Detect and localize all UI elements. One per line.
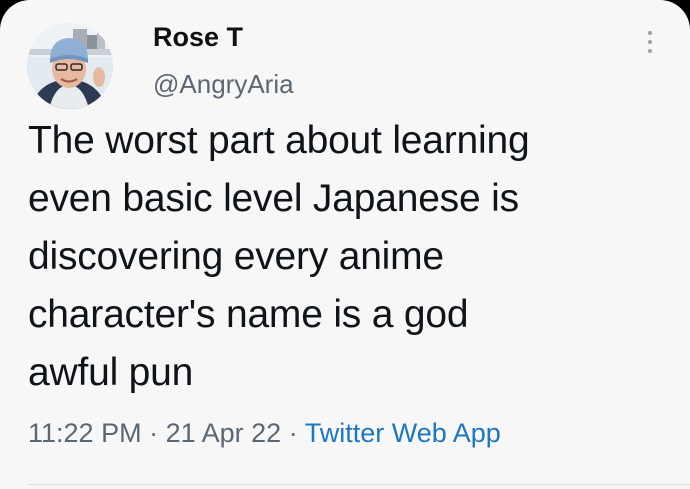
tweet-text-line: awful pun	[28, 351, 194, 394]
menu-dot	[648, 49, 652, 53]
tweet-text: The worst part about learning even basic…	[28, 112, 668, 402]
menu-dot	[648, 31, 652, 35]
tweet-text-line: character's name is a god	[28, 293, 469, 336]
tweet-text-line: The worst part about learning	[28, 119, 530, 162]
meta-separator: ·	[288, 418, 298, 448]
tweet-card: Rose T @AngryAria The worst part about l…	[0, 0, 690, 489]
divider	[28, 484, 690, 485]
meta-separator: ·	[149, 418, 159, 448]
tweet-date[interactable]: 21 Apr 22	[166, 418, 282, 448]
tweet-text-line: even basic level Japanese is	[28, 177, 519, 220]
tweet-source-link[interactable]: Twitter Web App	[305, 418, 501, 448]
author-handle[interactable]: @AngryAria	[153, 69, 294, 100]
tweet-time[interactable]: 11:22 PM	[28, 418, 142, 448]
tweet-text-line: discovering every anime	[28, 235, 444, 278]
avatar[interactable]	[27, 23, 113, 109]
author-display-name[interactable]: Rose T	[153, 22, 243, 53]
more-vertical-icon[interactable]	[636, 24, 664, 60]
avatar-image	[27, 23, 113, 109]
menu-dot	[648, 40, 652, 44]
tweet-metadata: 11:22 PM · 21 Apr 22 · Twitter Web App	[28, 418, 501, 449]
